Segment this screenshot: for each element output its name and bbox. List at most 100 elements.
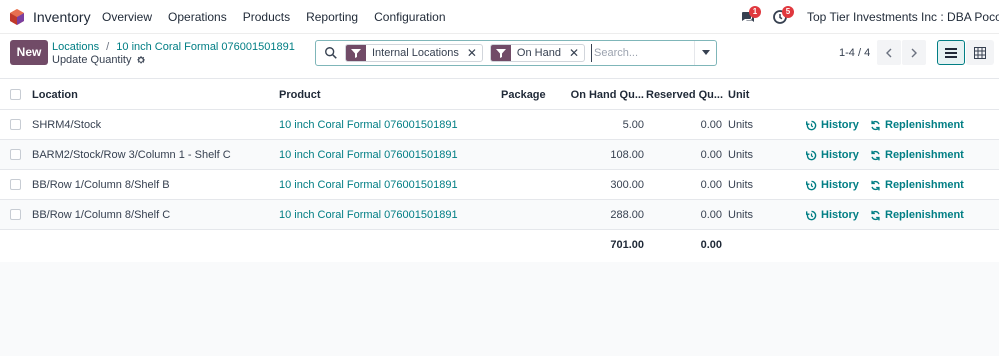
column-header-on-hand[interactable]: On Hand Qu... (560, 89, 644, 101)
history-label: History (821, 149, 859, 161)
facet-on-hand: On Hand ✕ (489, 44, 585, 62)
list-view-button[interactable] (937, 40, 965, 65)
search-bar: Internal Locations ✕ On Hand ✕ (315, 40, 717, 66)
table-row[interactable]: BB/Row 1/Column 8/Shelf B 10 inch Coral … (0, 170, 999, 200)
company-switcher[interactable]: Top Tier Investments Inc : DBA Pocon... (807, 10, 999, 24)
cell-location: BB/Row 1/Column 8/Shelf B (32, 179, 170, 191)
column-header-unit[interactable]: Unit (728, 89, 749, 101)
search-options-toggle[interactable] (694, 41, 716, 65)
activities-count-badge: 5 (782, 6, 794, 18)
pager-previous-button[interactable] (877, 40, 901, 65)
filter-icon (490, 45, 511, 61)
replenishment-button[interactable]: Replenishment (870, 149, 964, 161)
cell-product[interactable]: 10 inch Coral Formal 076001501891 (279, 209, 458, 221)
replenishment-label: Replenishment (885, 149, 964, 161)
caret-down-icon (701, 50, 710, 55)
facet-internal-locations: Internal Locations ✕ (345, 44, 483, 62)
table-row[interactable]: SHRM4/Stock 10 inch Coral Formal 0760015… (0, 110, 999, 140)
cell-product[interactable]: 10 inch Coral Formal 076001501891 (279, 179, 458, 191)
messages-button[interactable]: 1 (740, 6, 761, 25)
row-checkbox[interactable] (10, 209, 21, 220)
history-button[interactable]: History (806, 179, 859, 191)
main-menu: Overview Operations Products Reporting C… (102, 10, 462, 24)
cell-reserved: 0.00 (700, 149, 722, 161)
inventory-app-logo-icon[interactable] (9, 9, 25, 25)
cell-location: BB/Row 1/Column 8/Shelf C (32, 209, 171, 221)
activities-button[interactable]: 5 (773, 6, 794, 25)
chevron-left-icon (886, 48, 892, 57)
new-button[interactable]: New (10, 40, 48, 65)
facet-label: On Hand (516, 47, 561, 59)
column-header-location[interactable]: Location (32, 89, 78, 101)
filter-icon (346, 45, 366, 61)
page-subtitle: Update Quantity (52, 54, 146, 66)
menu-operations[interactable]: Operations (168, 10, 227, 24)
refresh-icon (871, 150, 880, 160)
total-on-hand: 701.00 (610, 239, 644, 251)
cell-product[interactable]: 10 inch Coral Formal 076001501891 (279, 149, 458, 161)
pager-value[interactable]: 1-4 / 4 (839, 47, 870, 59)
select-all-checkbox[interactable] (10, 89, 21, 100)
cell-on-hand: 5.00 (622, 119, 644, 131)
breadcrumb-product[interactable]: 10 inch Coral Formal 076001501891 (116, 41, 295, 53)
table-header: Location Product Package On Hand Qu... R… (0, 78, 999, 110)
refresh-icon (871, 180, 880, 190)
replenishment-label: Replenishment (885, 179, 964, 191)
breadcrumb-locations[interactable]: Locations (52, 41, 99, 53)
messages-count-badge: 1 (749, 6, 761, 18)
history-label: History (821, 119, 859, 131)
cell-on-hand: 108.00 (610, 149, 644, 161)
menu-overview[interactable]: Overview (102, 10, 152, 24)
history-icon (806, 210, 817, 220)
table-row[interactable]: BARM2/Stock/Row 3/Column 1 - Shelf C 10 … (0, 140, 999, 170)
cell-location: SHRM4/Stock (32, 119, 102, 131)
cell-unit: Units (728, 209, 754, 221)
column-header-package[interactable]: Package (501, 89, 546, 101)
pivot-view-button[interactable] (966, 40, 994, 65)
history-label: History (821, 209, 859, 221)
cell-reserved: 0.00 (700, 209, 722, 221)
replenishment-label: Replenishment (885, 209, 964, 221)
breadcrumb-separator: / (106, 41, 110, 53)
facet-close-icon[interactable]: ✕ (465, 46, 482, 60)
row-checkbox[interactable] (10, 119, 21, 130)
history-button[interactable]: History (806, 209, 859, 221)
column-header-reserved[interactable]: Reserved Qu... (646, 89, 723, 101)
facet-close-icon[interactable]: ✕ (567, 46, 584, 60)
column-header-product[interactable]: Product (279, 89, 321, 101)
history-button[interactable]: History (806, 149, 859, 161)
gear-icon[interactable] (136, 55, 146, 65)
page-title: Update Quantity (52, 54, 132, 66)
menu-products[interactable]: Products (243, 10, 290, 24)
history-label: History (821, 179, 859, 191)
list-icon (945, 47, 957, 58)
table-row[interactable]: BB/Row 1/Column 8/Shelf C 10 inch Coral … (0, 200, 999, 230)
refresh-icon (871, 120, 880, 130)
search-icon[interactable] (324, 46, 338, 60)
chevron-right-icon (911, 48, 917, 57)
replenishment-button[interactable]: Replenishment (870, 119, 964, 131)
search-input[interactable] (591, 44, 711, 62)
history-icon (806, 180, 817, 190)
cell-on-hand: 288.00 (610, 209, 644, 221)
history-icon (806, 150, 817, 160)
history-button[interactable]: History (806, 119, 859, 131)
replenishment-button[interactable]: Replenishment (870, 179, 964, 191)
history-icon (806, 120, 817, 130)
top-navbar: Inventory Overview Operations Products R… (0, 0, 999, 34)
menu-reporting[interactable]: Reporting (306, 10, 358, 24)
app-name[interactable]: Inventory (33, 9, 91, 25)
empty-list-area (0, 262, 999, 356)
cell-on-hand: 300.00 (610, 179, 644, 191)
table-totals-row: 701.00 0.00 (0, 230, 999, 260)
row-checkbox[interactable] (10, 149, 21, 160)
facet-label: Internal Locations (372, 47, 459, 59)
pager-next-button[interactable] (902, 40, 926, 65)
replenishment-button[interactable]: Replenishment (870, 209, 964, 221)
cell-product[interactable]: 10 inch Coral Formal 076001501891 (279, 119, 458, 131)
row-checkbox[interactable] (10, 179, 21, 190)
menu-configuration[interactable]: Configuration (374, 10, 445, 24)
cell-unit: Units (728, 119, 754, 131)
cell-reserved: 0.00 (700, 119, 722, 131)
cell-unit: Units (728, 179, 754, 191)
